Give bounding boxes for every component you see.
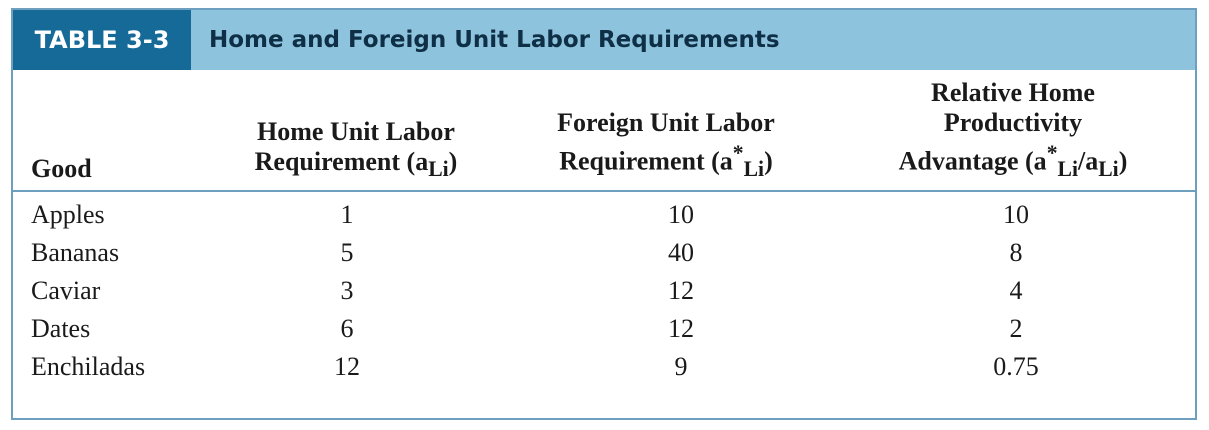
relative-header-text: Advantage (a bbox=[898, 146, 1047, 176]
column-header-home: Home Unit Labor Requirement (aLi) bbox=[211, 70, 501, 192]
foreign-header-close: ) bbox=[764, 146, 773, 176]
cell-good: Dates bbox=[31, 313, 91, 343]
cell-good: Apples bbox=[31, 199, 105, 229]
cell-home: 12 bbox=[334, 351, 360, 381]
foreign-header-text: Requirement (a bbox=[559, 146, 733, 176]
relative-header-line3: Advantage (a*Li/aLi) bbox=[831, 138, 1195, 184]
foreign-header-line1: Foreign Unit Labor bbox=[557, 108, 775, 137]
cell-home: 3 bbox=[340, 275, 354, 305]
table-title: Home and Foreign Unit Labor Requirements bbox=[191, 10, 1195, 70]
cell-good: Bananas bbox=[31, 237, 120, 267]
table-row: Bananas 5 40 8 bbox=[13, 234, 1195, 272]
home-header-line2: Requirement (aLi) bbox=[211, 147, 501, 184]
relative-header-superscript: * bbox=[1046, 141, 1058, 165]
labor-requirements-table: Good Home Unit Labor Requirement (aLi) F… bbox=[13, 70, 1195, 386]
cell-home: 5 bbox=[340, 237, 354, 267]
cell-relative: 10 bbox=[1003, 199, 1029, 229]
cell-relative: 4 bbox=[1009, 275, 1023, 305]
relative-header-close: ) bbox=[1118, 146, 1128, 176]
foreign-header-line2: Requirement (a*Li) bbox=[501, 138, 831, 184]
home-header-line1: Home Unit Labor bbox=[257, 116, 455, 146]
cell-foreign: 9 bbox=[674, 351, 688, 381]
foreign-header-superscript: * bbox=[732, 141, 744, 165]
cell-home: 6 bbox=[340, 313, 354, 343]
foreign-header-subscript: Li bbox=[743, 156, 765, 181]
relative-header-subscript2: Li bbox=[1098, 156, 1119, 181]
relative-header-subscript: Li bbox=[1057, 156, 1078, 181]
column-header-foreign: Foreign Unit Labor Requirement (a*Li) bbox=[501, 70, 831, 192]
relative-header-line1: Relative Home bbox=[931, 78, 1095, 107]
cell-foreign: 10 bbox=[668, 199, 694, 229]
table-frame: TABLE 3-3 Home and Foreign Unit Labor Re… bbox=[11, 8, 1197, 420]
cell-foreign: 12 bbox=[668, 275, 694, 305]
home-header-text: Requirement (a bbox=[254, 146, 429, 176]
cell-relative: 8 bbox=[1009, 237, 1023, 267]
header-row: Good Home Unit Labor Requirement (aLi) F… bbox=[13, 70, 1195, 192]
cell-home: 1 bbox=[340, 199, 354, 229]
table-row: Apples 1 10 10 bbox=[13, 191, 1195, 234]
cell-foreign: 12 bbox=[668, 313, 694, 343]
table-number: TABLE 3-3 bbox=[13, 10, 191, 70]
home-header-subscript: Li bbox=[428, 156, 449, 181]
column-header-relative: Relative Home Productivity Advantage (a*… bbox=[831, 70, 1195, 192]
home-header-close: ) bbox=[448, 146, 458, 176]
column-header-good: Good bbox=[13, 70, 211, 192]
table-row: Dates 6 12 2 bbox=[13, 310, 1195, 348]
table-row: Caviar 3 12 4 bbox=[13, 272, 1195, 310]
table-row: Enchiladas 12 9 0.75 bbox=[13, 348, 1195, 386]
cell-good: Enchiladas bbox=[31, 351, 146, 381]
cell-good: Caviar bbox=[31, 275, 101, 305]
relative-header-line2: Productivity bbox=[943, 108, 1083, 137]
relative-header-slash: /a bbox=[1077, 146, 1099, 176]
cell-relative: 0.75 bbox=[993, 351, 1039, 381]
table-header: TABLE 3-3 Home and Foreign Unit Labor Re… bbox=[13, 10, 1195, 70]
cell-foreign: 40 bbox=[668, 237, 694, 267]
cell-relative: 2 bbox=[1009, 313, 1023, 343]
